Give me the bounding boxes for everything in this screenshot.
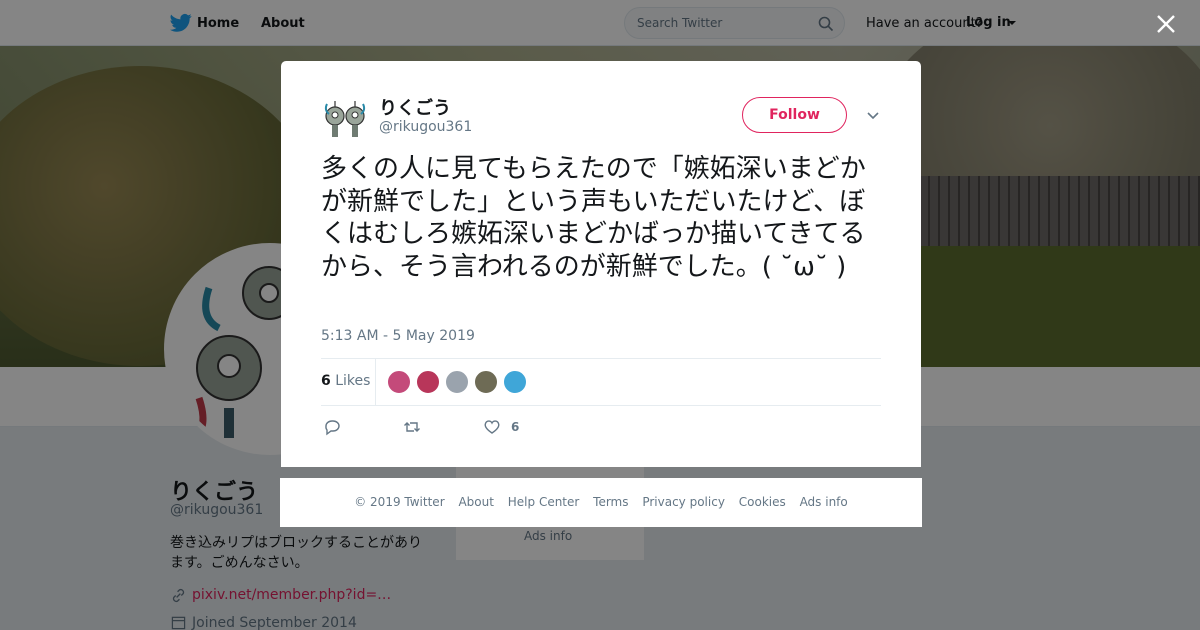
likes-count[interactable]: 6 Likes [321, 373, 370, 389]
footer-link-terms[interactable]: Terms [593, 495, 628, 509]
footer-links: © 2019 Twitter About Help Center Terms P… [280, 495, 922, 509]
chevron-down-icon[interactable] [866, 111, 880, 121]
close-icon[interactable] [1156, 14, 1176, 34]
tweet-modal: りくごう @rikugou361 Follow 多くの人に見てもらえたので「嫉妬… [281, 61, 921, 467]
divider [321, 405, 881, 406]
liker-avatar[interactable] [503, 370, 527, 394]
tweet-author-handle[interactable]: @rikugou361 [379, 119, 472, 135]
tweet-timestamp[interactable]: 5:13 AM - 5 May 2019 [321, 328, 475, 344]
retweet-icon[interactable] [403, 418, 421, 436]
footer-link-about[interactable]: About [458, 495, 493, 509]
footer-link-help-center[interactable]: Help Center [508, 495, 580, 509]
liker-avatar[interactable] [474, 370, 498, 394]
reply-icon[interactable] [323, 418, 341, 436]
like-action-count: 6 [511, 420, 520, 434]
divider [321, 358, 881, 359]
divider [375, 359, 376, 405]
tweet-author-name[interactable]: りくごう [379, 94, 451, 120]
likes-number: 6 [321, 373, 331, 389]
follow-button[interactable]: Follow [742, 97, 847, 133]
footer-copyright: © 2019 Twitter [354, 495, 445, 509]
footer-link-ads-info[interactable]: Ads info [800, 495, 848, 509]
heart-icon[interactable] [483, 418, 501, 436]
tweet-author-avatar[interactable] [321, 94, 369, 142]
liker-avatar[interactable] [445, 370, 469, 394]
footer-link-cookies[interactable]: Cookies [739, 495, 786, 509]
liker-avatar[interactable] [387, 370, 411, 394]
tweet-text: 多くの人に見てもらえたので「嫉妬深いまどかが新鮮でした」という声もいただいたけど… [321, 154, 866, 282]
liker-avatar[interactable] [416, 370, 440, 394]
footer-link-privacy[interactable]: Privacy policy [642, 495, 725, 509]
footer: © 2019 Twitter About Help Center Terms P… [280, 478, 922, 527]
likes-label: Likes [335, 373, 371, 389]
